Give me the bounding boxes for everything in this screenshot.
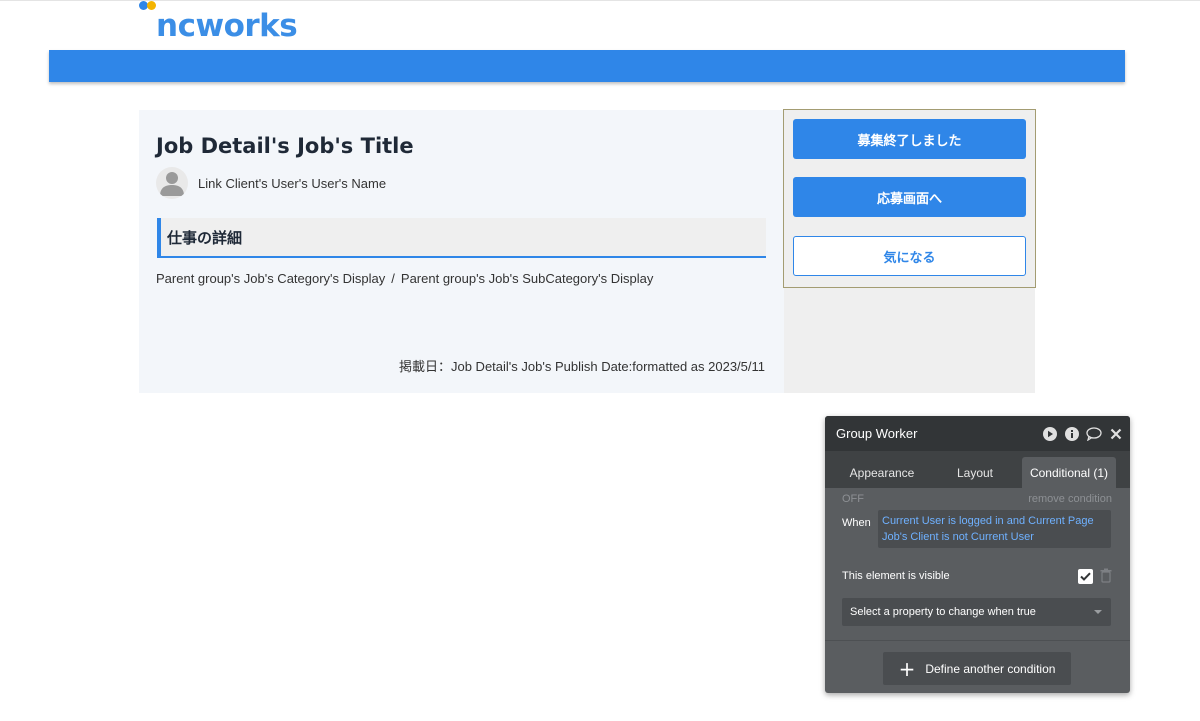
- trash-icon[interactable]: [1099, 568, 1113, 584]
- play-icon[interactable]: [1042, 426, 1058, 442]
- tab-layout[interactable]: Layout: [935, 457, 1015, 488]
- client-name: Link Client's User's User's Name: [198, 175, 387, 191]
- panel-tabs: Appearance Layout Conditional (1): [825, 451, 1130, 488]
- job-title: Job Detail's Job's Title: [156, 134, 414, 158]
- chevron-down-icon: [1094, 610, 1102, 614]
- when-label: When: [842, 517, 871, 529]
- job-detail-card: Job Detail's Job's Title Link Client's U…: [139, 110, 784, 393]
- logo-text: ncworks: [156, 8, 298, 44]
- avatar: [156, 167, 188, 199]
- comment-icon[interactable]: [1086, 426, 1102, 442]
- favorite-button[interactable]: 気になる: [793, 236, 1026, 276]
- subcategory-text: Parent group's Job's SubCategory's Displ…: [400, 271, 654, 286]
- client-row: Link Client's User's User's Name: [156, 167, 387, 199]
- category-row: Parent group's Job's Category's Display /…: [156, 271, 653, 286]
- info-icon[interactable]: [1064, 426, 1080, 442]
- editor-canvas: ncworks Job Detail's Job's Title Link Cl…: [0, 0, 1200, 721]
- panel-header: Group Worker: [825, 416, 1130, 451]
- plus-icon: +: [898, 656, 916, 681]
- panel-icons: [1042, 426, 1124, 442]
- tab-conditional[interactable]: Conditional (1): [1022, 457, 1116, 488]
- visible-checkbox[interactable]: [1078, 569, 1093, 584]
- property-select[interactable]: Select a property to change when true: [842, 598, 1111, 626]
- property-select-placeholder: Select a property to change when true: [850, 606, 1036, 618]
- apply-button[interactable]: 応募画面へ: [793, 177, 1026, 217]
- visible-property-label: This element is visible: [842, 570, 950, 582]
- publish-date: 掲載日：Job Detail's Job's Publish Date:form…: [398, 359, 765, 374]
- category-separator: /: [391, 271, 395, 286]
- property-editor-panel: Group Worker Appearance Layout Condition…: [825, 416, 1130, 693]
- define-condition-button[interactable]: + Define another condition: [883, 652, 1071, 685]
- define-condition-label: Define another condition: [925, 661, 1056, 676]
- user-icon: [160, 172, 184, 196]
- header-bar: [49, 50, 1125, 82]
- tab-appearance[interactable]: Appearance: [836, 457, 928, 488]
- remove-condition-link[interactable]: remove condition: [1028, 493, 1112, 505]
- checkmark-icon: [1080, 572, 1091, 581]
- condition-status: OFF: [842, 493, 864, 505]
- panel-divider: [825, 640, 1130, 641]
- category-text: Parent group's Job's Category's Display: [156, 271, 386, 286]
- panel-title: Group Worker: [836, 426, 918, 441]
- close-icon[interactable]: [1108, 426, 1124, 442]
- section-title: 仕事の詳細: [167, 228, 243, 247]
- section-header: 仕事の詳細: [157, 218, 766, 258]
- group-worker[interactable]: 募集終了しました 応募画面へ 気になる: [783, 109, 1036, 288]
- condition-expression[interactable]: Current User is logged in and Current Pa…: [878, 510, 1111, 548]
- recruitment-closed-button[interactable]: 募集終了しました: [793, 119, 1026, 159]
